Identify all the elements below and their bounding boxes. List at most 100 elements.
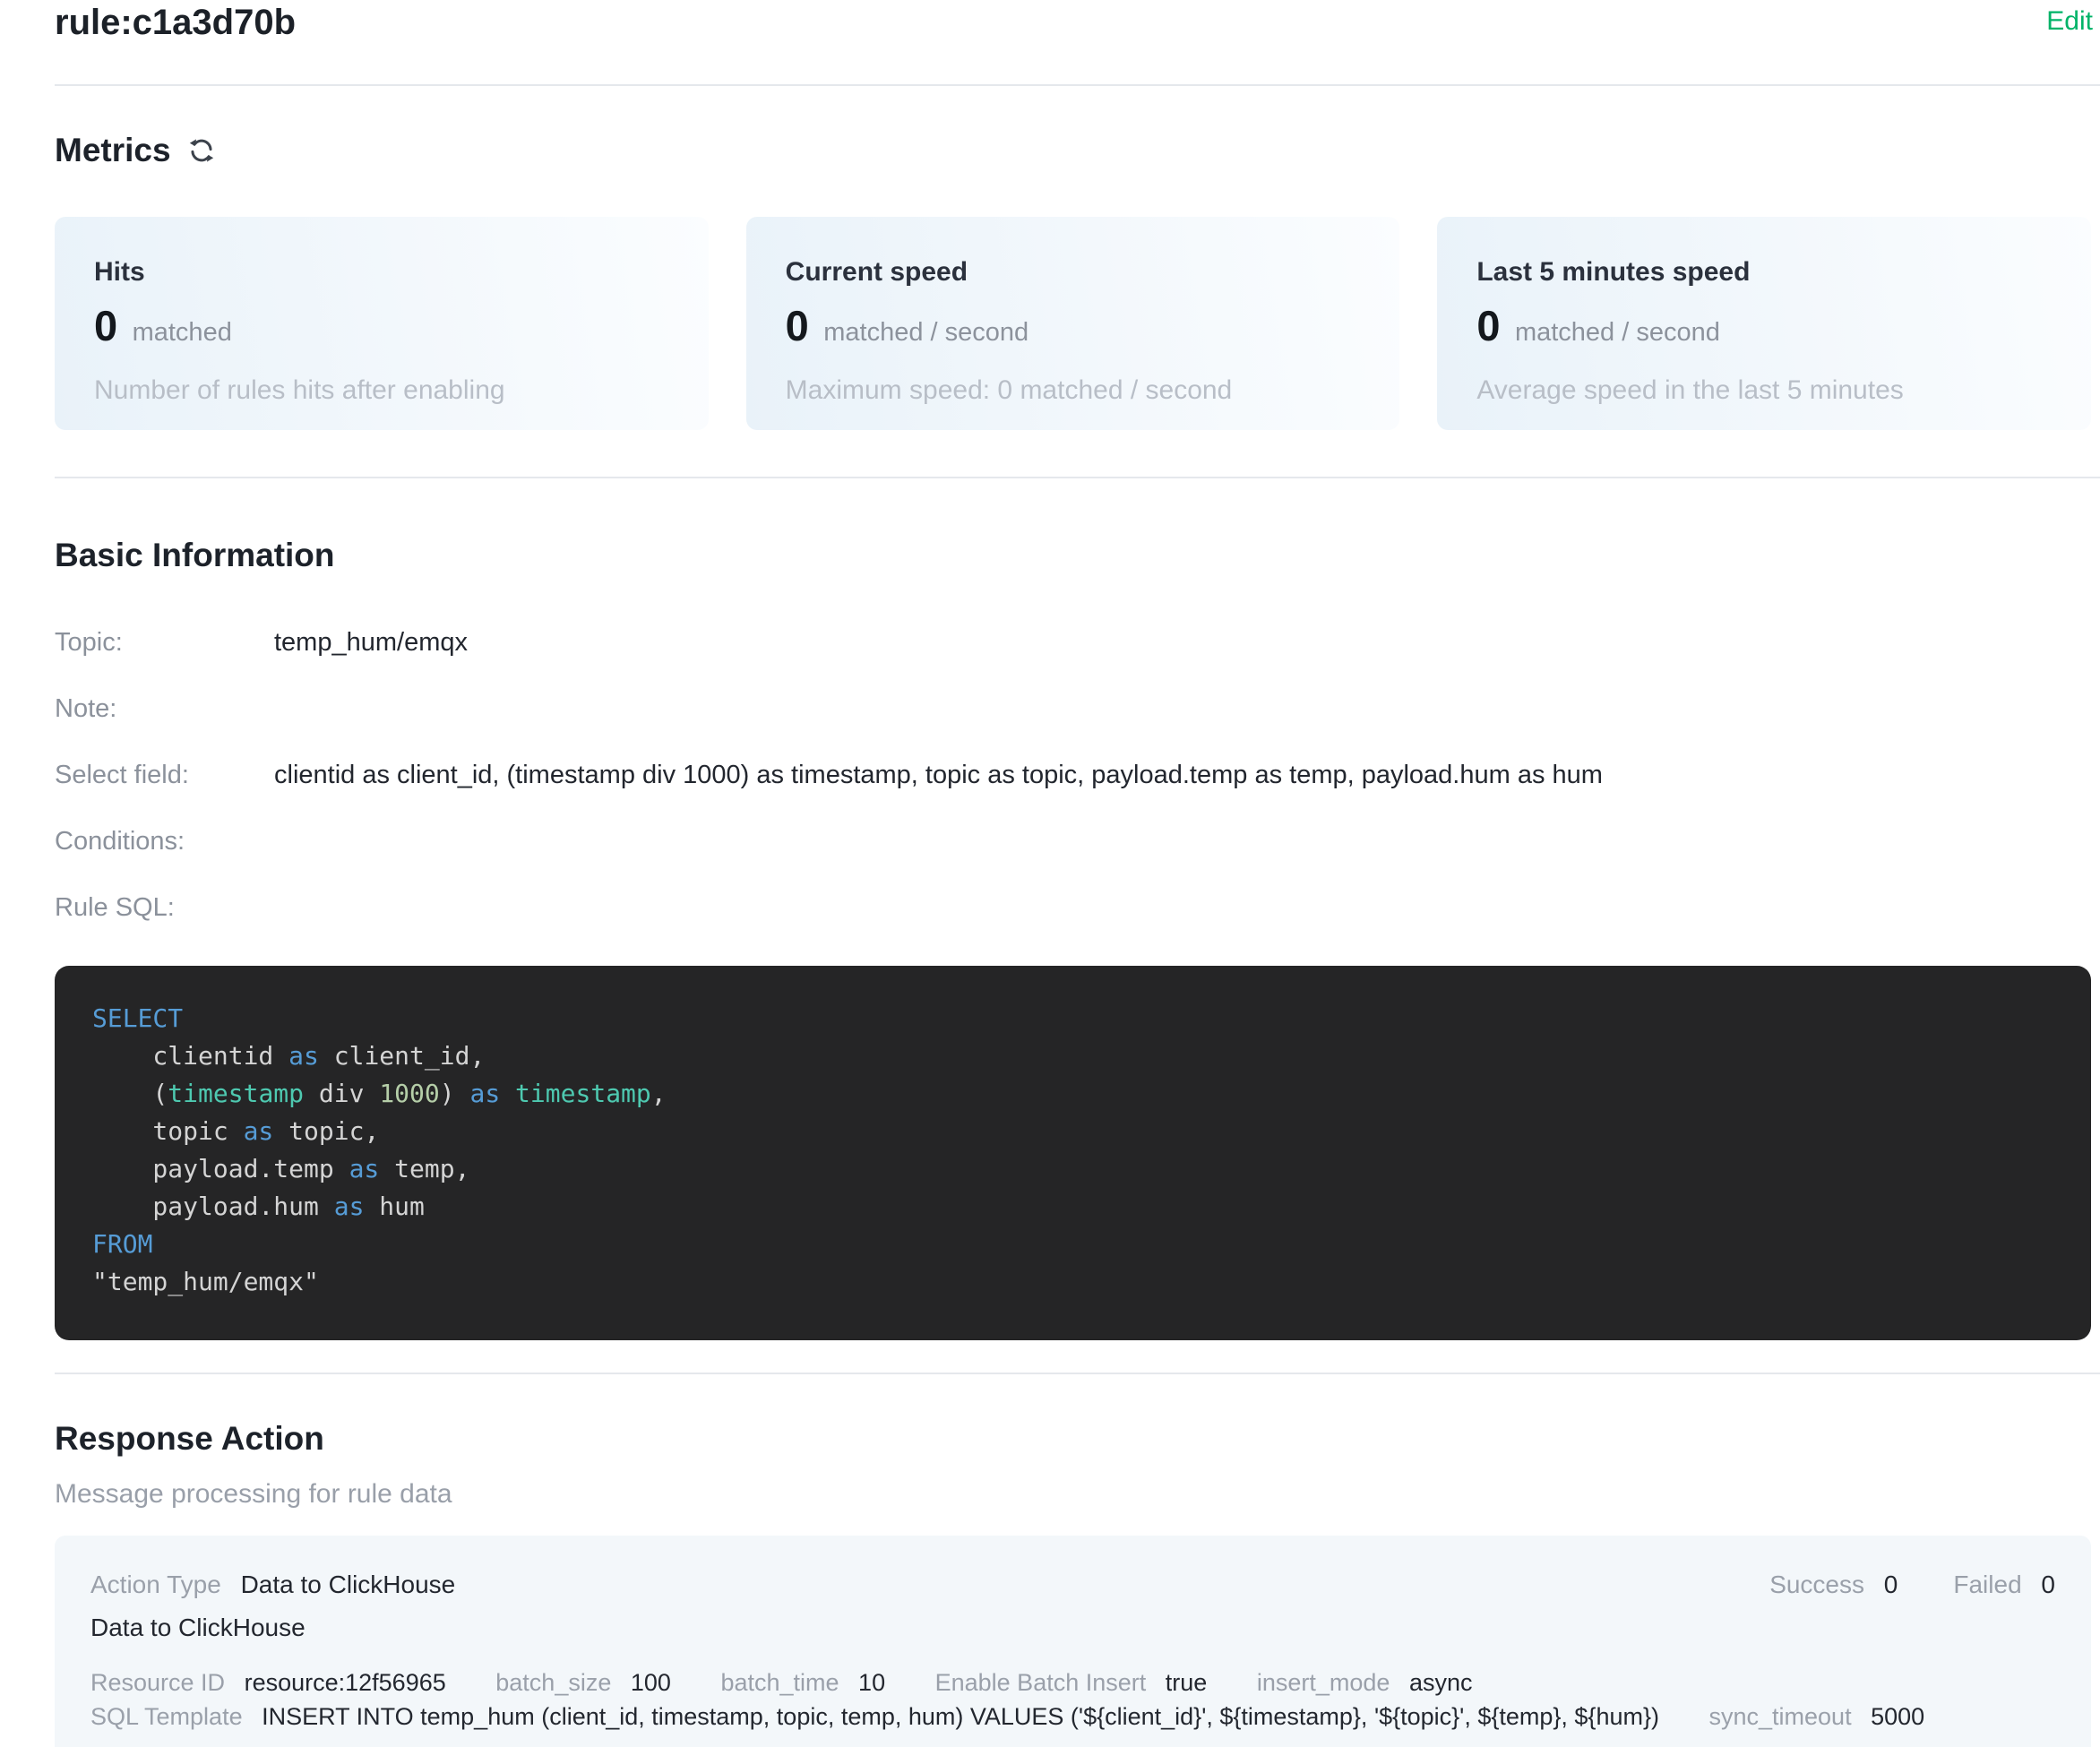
code-token: timestamp [515, 1079, 651, 1108]
info-label: Note: [55, 694, 274, 723]
refresh-icon[interactable] [185, 134, 218, 167]
info-row-rule-sql: Rule SQL: [55, 874, 2091, 941]
info-row-conditions: Conditions: [55, 808, 2091, 874]
metric-unit: matched [133, 318, 232, 347]
code-token: payload.hum [92, 1192, 334, 1221]
action-params-row: Resource ID resource:12f56965 batch_size… [90, 1668, 2055, 1697]
code-token: temp, [379, 1154, 469, 1183]
basic-information-heading: Basic Information [55, 536, 2100, 575]
metric-cards-row: Hits 0 matched Number of rules hits afte… [55, 217, 2091, 430]
code-token [500, 1079, 515, 1108]
code-token: payload.temp [92, 1154, 349, 1183]
param-label: insert_mode [1257, 1669, 1390, 1696]
code-token: timestamp [168, 1079, 304, 1108]
code-line: payload.temp as temp, [92, 1150, 2053, 1188]
code-token: as [469, 1079, 500, 1108]
rule-detail-page: rule:c1a3d70b Edit Metrics Hits 0 matche… [0, 0, 2100, 1747]
code-token: hum [364, 1192, 424, 1221]
metric-card-current-speed: Current speed 0 matched / second Maximum… [746, 217, 1400, 430]
param-sql-template: SQL Template INSERT INTO temp_hum (clien… [90, 1703, 1666, 1730]
param-label: Resource ID [90, 1669, 225, 1696]
rule-sql-code: SELECT clientid as client_id, (timestamp… [55, 966, 2091, 1340]
metrics-heading-label: Metrics [55, 131, 171, 170]
basic-information-fields: Topic: temp_hum/emqx Note: Select field:… [55, 609, 2091, 941]
metric-value: 0 [1476, 302, 1500, 349]
divider [55, 477, 2100, 478]
code-token: client_id, [319, 1041, 485, 1071]
param-sync-timeout: sync_timeout 5000 [1709, 1703, 1925, 1730]
code-line: (timestamp div 1000) as timestamp, [92, 1075, 2053, 1113]
info-row-note: Note: [55, 676, 2091, 742]
code-token: as [349, 1154, 380, 1183]
metric-value-row: 0 matched / second [1476, 303, 2055, 360]
code-token: as [334, 1192, 365, 1221]
metric-card-hits: Hits 0 matched Number of rules hits afte… [55, 217, 709, 430]
metric-value-row: 0 matched / second [786, 303, 1364, 360]
param-value: 5000 [1871, 1703, 1924, 1730]
metric-card-title: Hits [94, 256, 673, 288]
info-label: Conditions: [55, 827, 274, 856]
success-counter: Success 0 [1769, 1570, 1898, 1600]
failed-counter: Failed 0 [1953, 1570, 2055, 1600]
metric-description: Number of rules hits after enabling [94, 374, 673, 407]
code-token: clientid [92, 1041, 288, 1071]
response-action-subtitle: Message processing for rule data [55, 1478, 2091, 1510]
code-line: topic as topic, [92, 1113, 2053, 1150]
param-batch-size: batch_size 100 [495, 1669, 677, 1696]
param-value: INSERT INTO temp_hum (client_id, timesta… [262, 1703, 1659, 1730]
action-params-row: SQL Template INSERT INTO temp_hum (clien… [90, 1702, 2055, 1731]
code-line: FROM [92, 1226, 2053, 1263]
param-value: async [1409, 1669, 1473, 1696]
code-token: 1000 [379, 1079, 439, 1108]
param-label: SQL Template [90, 1703, 243, 1730]
info-label: Select field: [55, 761, 274, 789]
metric-description: Average speed in the last 5 minutes [1476, 374, 2055, 407]
param-batch-time: batch_time 10 [720, 1669, 891, 1696]
code-token: topic, [273, 1116, 379, 1146]
metric-card-title: Last 5 minutes speed [1476, 256, 2055, 288]
param-label: Enable Batch Insert [935, 1669, 1147, 1696]
metric-unit: matched / second [823, 318, 1028, 347]
param-value: 100 [631, 1669, 671, 1696]
info-value: temp_hum/emqx [274, 628, 468, 657]
code-line: SELECT [92, 1000, 2053, 1037]
code-token: , [651, 1079, 667, 1108]
code-token: as [288, 1041, 319, 1071]
param-label: batch_size [495, 1669, 611, 1696]
action-type-value: Data to ClickHouse [241, 1571, 456, 1598]
param-value: resource:12f56965 [245, 1669, 446, 1696]
param-value: 10 [858, 1669, 885, 1696]
code-line: clientid as client_id, [92, 1037, 2053, 1075]
response-action-heading: Response Action [55, 1419, 2100, 1459]
edit-link[interactable]: Edit [2046, 5, 2093, 38]
param-value: true [1166, 1669, 1208, 1696]
code-token: ( [92, 1079, 168, 1108]
param-insert-mode: insert_mode async [1257, 1669, 1473, 1696]
metrics-heading: Metrics [55, 131, 2100, 170]
info-row-select-field: Select field: clientid as client_id, (ti… [55, 742, 2091, 808]
info-label: Topic: [55, 628, 274, 657]
divider [55, 1373, 2100, 1374]
metric-card-title: Current speed [786, 256, 1364, 288]
success-count: 0 [1884, 1571, 1898, 1598]
info-label: Rule SQL: [55, 893, 274, 922]
code-token: div [304, 1079, 379, 1108]
page-title: rule:c1a3d70b [55, 2, 296, 43]
action-card-header-row: Action Type Data to ClickHouse Success 0… [90, 1570, 2055, 1600]
param-label: batch_time [720, 1669, 839, 1696]
code-token: as [244, 1116, 274, 1146]
action-type-label: Action Type [90, 1571, 221, 1598]
param-enable-batch-insert: Enable Batch Insert true [935, 1669, 1214, 1696]
code-line: payload.hum as hum [92, 1188, 2053, 1226]
action-type: Action Type Data to ClickHouse [90, 1570, 455, 1600]
info-value: clientid as client_id, (timestamp div 10… [274, 761, 1603, 789]
action-card: Action Type Data to ClickHouse Success 0… [55, 1536, 2091, 1747]
param-resource-id: Resource ID resource:12f56965 [90, 1669, 452, 1696]
metric-value: 0 [786, 302, 809, 349]
metric-value: 0 [94, 302, 117, 349]
metric-unit: matched / second [1515, 318, 1720, 347]
failed-label: Failed [1953, 1571, 2021, 1598]
code-token: FROM [92, 1229, 152, 1259]
code-line: "temp_hum/emqx" [92, 1263, 2053, 1301]
info-row-topic: Topic: temp_hum/emqx [55, 609, 2091, 676]
